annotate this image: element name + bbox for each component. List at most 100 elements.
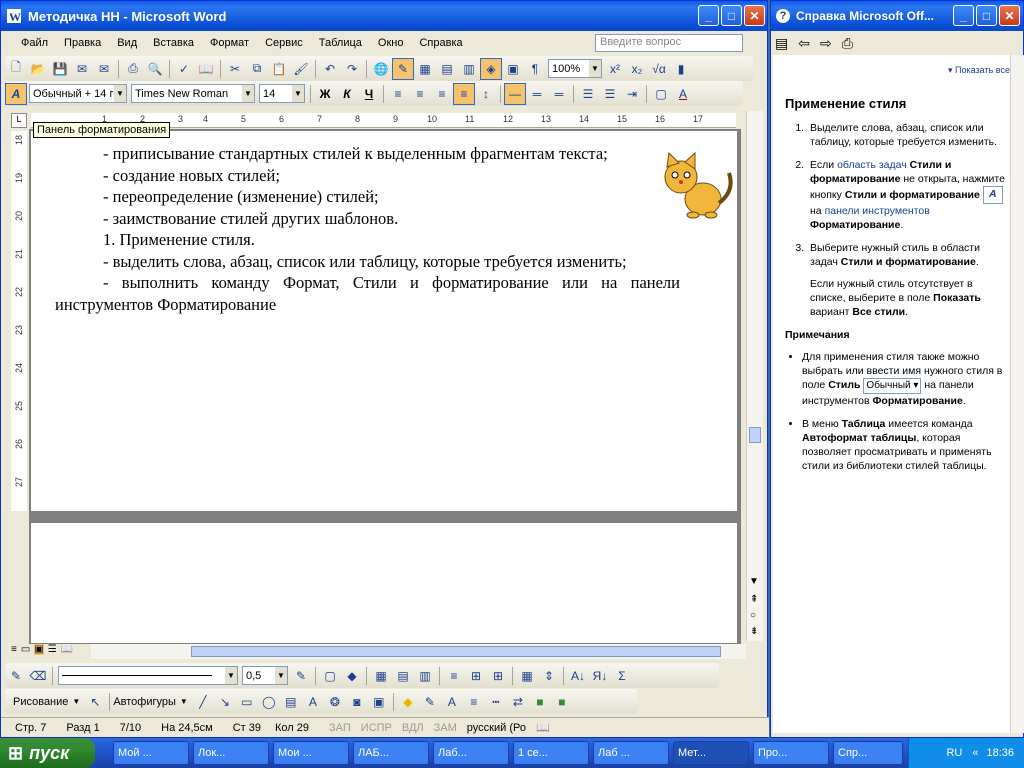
select-objects-icon[interactable]: ↖	[84, 691, 106, 713]
maximize-button[interactable]: □	[976, 5, 997, 26]
clock[interactable]: 18:36	[986, 747, 1014, 759]
office-assistant-cat-icon[interactable]	[651, 151, 737, 221]
zoom-combo[interactable]: 100% ▼	[548, 59, 602, 78]
line-color-icon[interactable]: ✎	[419, 691, 441, 713]
split-cells-icon[interactable]: ▥	[414, 665, 436, 687]
task-button[interactable]: Лаб ...	[593, 741, 669, 765]
menu-file[interactable]: Файл	[21, 37, 48, 49]
distribute-rows-icon[interactable]: ⊞	[465, 665, 487, 687]
drawing-icon[interactable]: ◈	[480, 57, 502, 80]
chart-icon[interactable]: ▮	[670, 58, 692, 80]
superscript-icon[interactable]: x²	[604, 58, 626, 80]
shading-icon[interactable]: ◆	[341, 665, 363, 687]
spelling-icon[interactable]: ✓	[173, 58, 195, 80]
cut-icon[interactable]: ✂	[224, 58, 246, 80]
sort-descending-icon[interactable]: Я↓	[589, 665, 611, 687]
new-icon[interactable]: 🗋	[5, 58, 27, 80]
border-color-icon[interactable]: ✎	[290, 665, 312, 687]
line-style-combo[interactable]: ▼	[58, 666, 238, 685]
justify-icon[interactable]: ≡	[453, 82, 475, 105]
tray-arrow-icon[interactable]: «	[972, 747, 978, 759]
normal-view-icon[interactable]: ≡	[11, 644, 17, 655]
scroll-down-icon[interactable]: ▼	[749, 576, 759, 587]
align-right-icon[interactable]: ≡	[431, 83, 453, 105]
borders-icon[interactable]: ▢	[650, 83, 672, 105]
maximize-button[interactable]: □	[721, 5, 742, 26]
task-button[interactable]: Лок...	[193, 741, 269, 765]
shadow-icon[interactable]: ■	[529, 691, 551, 713]
menu-table[interactable]: Таблица	[319, 37, 362, 49]
hyperlink-icon[interactable]: 🌐	[370, 58, 392, 80]
clipart-icon[interactable]: ◙	[346, 691, 368, 713]
arrow-style-icon[interactable]: ⇄	[507, 691, 529, 713]
border-top-icon[interactable]: —	[504, 82, 526, 105]
status-ovr[interactable]: ЗАМ	[434, 722, 457, 734]
draw-table-icon[interactable]: ✎	[5, 665, 27, 687]
print-icon[interactable]: ⎙	[122, 58, 144, 80]
textbox-icon[interactable]: ▤	[280, 691, 302, 713]
picture-icon[interactable]: ▣	[368, 691, 390, 713]
browse-object-icon[interactable]: ○	[750, 610, 756, 621]
email-icon[interactable]: ✉	[93, 58, 115, 80]
task-button[interactable]: Про...	[753, 741, 829, 765]
horizontal-scrollbar[interactable]	[91, 644, 746, 659]
word-title-bar[interactable]: W Методичка НН - Microsoft Word _ □ ✕	[1, 1, 767, 31]
scroll-thumb[interactable]	[191, 646, 721, 657]
font-combo[interactable]: Times New Roman ▼	[131, 84, 255, 103]
next-page-icon[interactable]: ⇟	[750, 626, 758, 637]
vertical-ruler[interactable]: 18 19 20 21 22 23 24 25 26 27	[11, 131, 27, 511]
status-rec[interactable]: ЗАП	[329, 722, 351, 734]
merge-cells-icon[interactable]: ▤	[392, 665, 414, 687]
indent-icon[interactable]: ⇥	[621, 83, 643, 105]
task-button[interactable]: Спр...	[833, 741, 903, 765]
print-preview-icon[interactable]: 🔍	[144, 58, 166, 80]
status-ext[interactable]: ВДЛ	[402, 722, 424, 734]
menu-help[interactable]: Справка	[419, 37, 462, 49]
minimize-button[interactable]: _	[698, 5, 719, 26]
web-view-icon[interactable]: ▭	[21, 644, 30, 655]
task-button[interactable]: Мои ...	[273, 741, 349, 765]
columns-icon[interactable]: ▥	[458, 58, 480, 80]
menu-window[interactable]: Окно	[378, 37, 404, 49]
insert-excel-icon[interactable]: ▤	[436, 58, 458, 80]
bold-icon[interactable]: Ж	[314, 83, 336, 105]
start-button[interactable]: ⊞ пуск	[0, 738, 95, 768]
borders-icon[interactable]: ▢	[319, 665, 341, 687]
border-middle-icon[interactable]: ═	[526, 83, 548, 105]
document-text[interactable]: - приписывание стандартных стилей к выде…	[55, 143, 680, 315]
drawing-menu[interactable]: Рисование	[13, 696, 68, 708]
format-painter-icon[interactable]: 🖌	[290, 58, 312, 80]
font-size-combo[interactable]: 14 ▼	[259, 84, 305, 103]
permission-icon[interactable]: ✉	[71, 58, 93, 80]
align-cell-icon[interactable]: ≡	[443, 665, 465, 687]
menu-tools[interactable]: Сервис	[265, 37, 303, 49]
oval-icon[interactable]: ◯	[258, 691, 280, 713]
ask-question-input[interactable]: Введите вопрос	[595, 34, 743, 52]
undo-icon[interactable]: ↶	[319, 58, 341, 80]
menu-insert[interactable]: Вставка	[153, 37, 194, 49]
distribute-columns-icon[interactable]: ⊞	[487, 665, 509, 687]
line-icon[interactable]: ╱	[192, 691, 214, 713]
equation-icon[interactable]: √α	[648, 58, 670, 80]
diagram-icon[interactable]: ❂	[324, 691, 346, 713]
close-button[interactable]: ✕	[744, 5, 765, 26]
close-button[interactable]: ✕	[999, 5, 1020, 26]
minimize-button[interactable]: _	[953, 5, 974, 26]
subscript-icon[interactable]: x₂	[626, 58, 648, 80]
document-page[interactable]: - приписывание стандартных стилей к выде…	[31, 131, 737, 511]
autosum-icon[interactable]: Σ	[611, 665, 633, 687]
language-indicator[interactable]: RU	[946, 747, 962, 759]
task-button[interactable]: Лаб...	[433, 741, 509, 765]
style-combo[interactable]: Обычный + 14 г ▼	[29, 84, 127, 103]
line-style-icon[interactable]: ≡	[463, 691, 485, 713]
save-icon[interactable]: 💾	[49, 58, 71, 80]
task-pane-link[interactable]: область задач	[837, 159, 907, 171]
vertical-scrollbar[interactable]: ▼ ⇞ ○ ⇟	[746, 111, 763, 641]
status-trk[interactable]: ИСПР	[361, 722, 392, 734]
paste-icon[interactable]: 📋	[268, 58, 290, 80]
show-all-link[interactable]: ▾ Показать все	[948, 65, 1010, 75]
copy-icon[interactable]: ⧉	[246, 58, 268, 80]
eraser-icon[interactable]: ⌫	[27, 665, 49, 687]
rectangle-icon[interactable]: ▭	[236, 691, 258, 713]
italic-icon[interactable]: К	[336, 83, 358, 105]
